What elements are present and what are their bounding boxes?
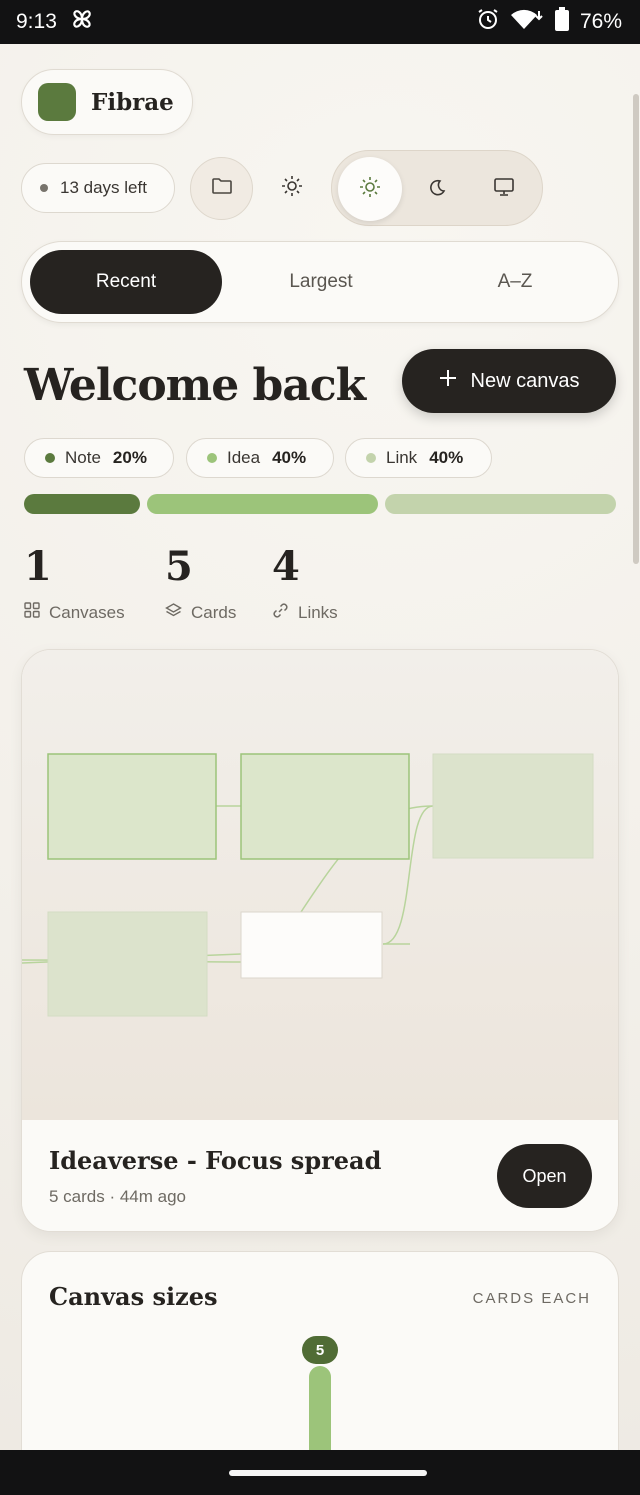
brand-logo [38,83,76,121]
theme-switch [331,150,543,226]
battery-percent: 76% [579,10,622,33]
canvas-node [47,911,208,1017]
alarm-icon [476,7,500,37]
brightness-button[interactable] [270,166,314,210]
canvas-sizes-title: Canvas sizes [49,1282,218,1311]
brand-chip[interactable]: Fibrae [21,69,193,135]
tab-a-z[interactable]: A–Z [419,250,611,314]
link-dot-icon [366,453,376,463]
legend-percent: 40% [272,448,307,467]
legend-label: Link [386,448,418,467]
idea-dot-icon [207,453,217,463]
note-dot-icon [45,453,55,463]
legend-percent: 40% [429,448,464,467]
stat-value: 1 [24,543,52,590]
canvas-node [240,911,383,979]
stat-canvases: 1 Canvases [24,544,125,623]
canvas-preview[interactable] [22,650,618,1120]
navigation-bar [0,1450,640,1495]
legend-chip-note: Note 20% [24,438,174,478]
status-time: 9:13 [16,10,57,33]
app-screen: Fibrae 13 days left Recent Largest A–Z W… [0,44,640,1450]
canvas-card[interactable]: Ideaverse - Focus spread 5 cards · 44m a… [21,649,619,1232]
status-bar: 9:13 76% [0,0,640,44]
status-dot-icon [40,184,48,192]
stat-label: Cards [191,602,237,622]
canvas-preview-graph [22,753,594,1017]
stat-label: Links [298,603,338,622]
battery-icon [554,7,570,37]
canvas-node [432,753,594,859]
tab-largest[interactable]: Largest [225,250,417,314]
trial-badge[interactable]: 13 days left [21,163,175,213]
folder-button[interactable] [190,157,253,220]
mix-bar-link [384,494,616,514]
trial-label: 13 days left [60,178,147,197]
legend-label: Idea [227,448,261,467]
theme-dark-button[interactable] [406,157,470,221]
legend-label: Note [65,448,101,467]
pinwheel-icon [69,6,95,38]
canvas-sizes-subtitle: CARDS EACH [472,1290,591,1307]
page-title: Welcome back [24,360,366,411]
moon-icon [429,178,447,201]
legend-chip-idea: Idea 40% [186,438,334,478]
wifi-icon [510,7,544,37]
mix-bar-idea [146,494,378,514]
canvas-card-footer: Ideaverse - Focus spread 5 cards · 44m a… [22,1120,618,1231]
open-button[interactable]: Open [497,1144,592,1208]
canvas-title: Ideaverse - Focus spread [49,1146,382,1175]
mix-bar [24,494,616,514]
canvas-meta: 5 cards · 44m ago [49,1187,187,1206]
link-icon [272,602,289,624]
brand-name: Fibrae [91,88,174,116]
stat-value: 4 [272,543,300,590]
theme-system-button[interactable] [472,157,536,221]
layers-icon [165,602,182,623]
size-value-label: 5 [302,1336,338,1364]
monitor-icon [493,177,515,202]
new-canvas-label: New canvas [470,369,580,392]
folder-icon [211,176,233,201]
tab-recent[interactable]: Recent [30,250,222,314]
mix-bar-note [24,494,140,514]
canvas-node [47,753,217,860]
scrollbar[interactable] [633,94,639,564]
canvas-sizes-card: Canvas sizes CARDS EACH 5 [21,1251,619,1450]
plus-icon [439,369,457,393]
new-canvas-button[interactable]: New canvas [402,349,616,413]
legend-chip-link: Link 40% [345,438,492,478]
theme-light-button[interactable] [338,157,402,221]
stat-value: 5 [165,543,193,590]
grid-icon [24,602,40,623]
canvas-node [240,753,410,860]
legend-percent: 20% [112,448,147,467]
sun-icon [281,175,303,202]
stat-links: 4 Links [272,544,338,624]
sun-icon [359,176,381,203]
home-gesture-handle[interactable] [229,1470,427,1476]
stat-cards: 5 Cards [165,544,236,623]
size-bar [309,1366,331,1450]
stat-label: Canvases [49,602,125,622]
sort-tabs: Recent Largest A–Z [21,241,619,323]
